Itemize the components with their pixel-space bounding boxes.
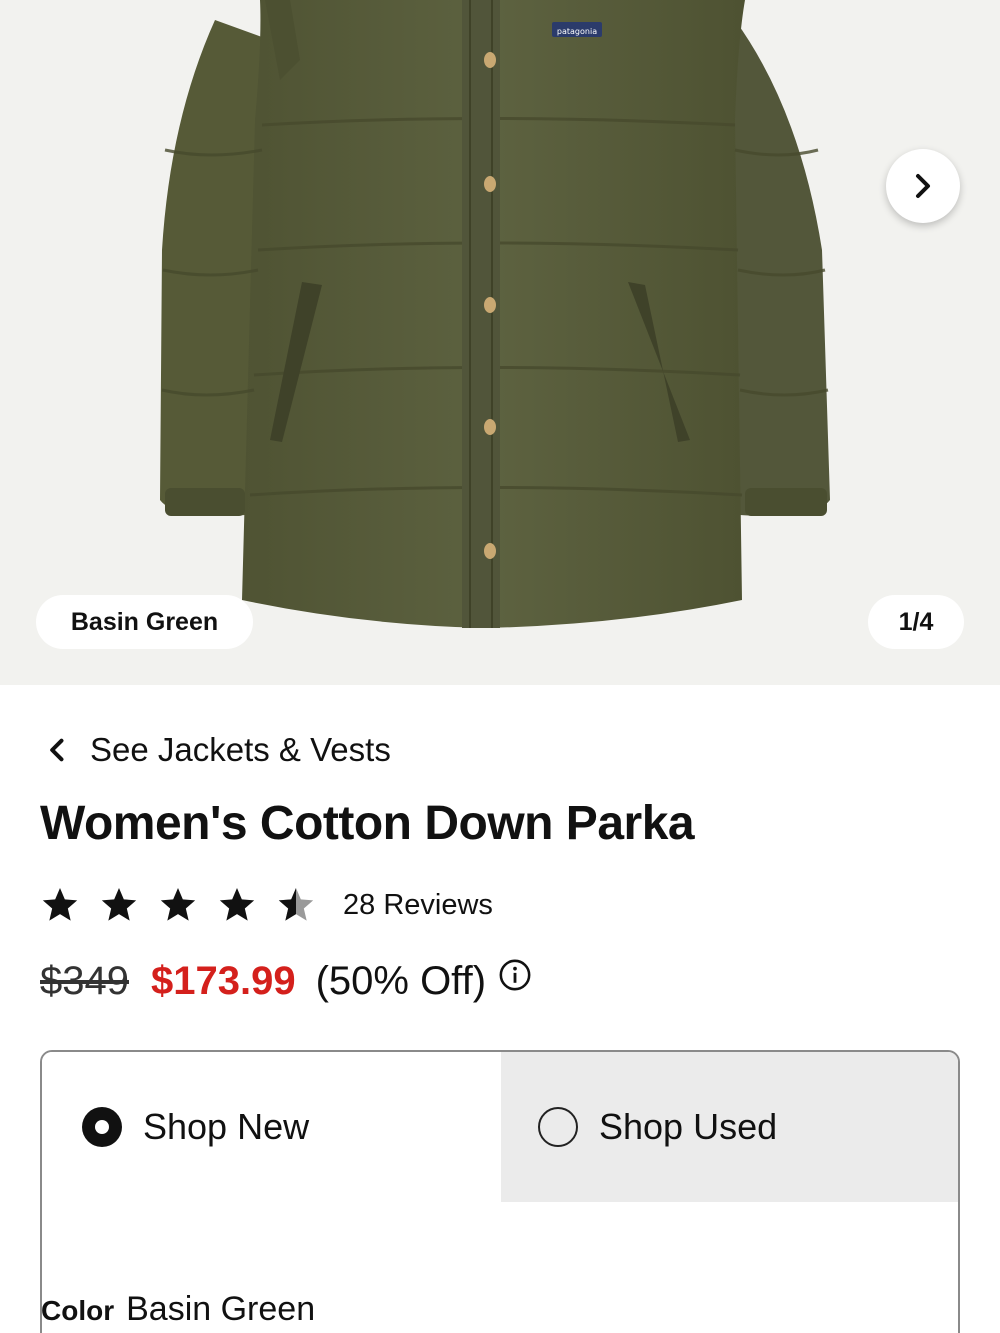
back-to-category-link[interactable]: See Jackets & Vests xyxy=(44,728,391,772)
color-value: Basin Green xyxy=(126,1290,316,1328)
reviews-link[interactable]: 28 Reviews xyxy=(343,889,493,922)
star-rating xyxy=(40,885,316,925)
chevron-left-icon xyxy=(50,738,64,762)
shop-new-option[interactable]: Shop New xyxy=(42,1052,501,1202)
shop-used-label: Shop Used xyxy=(599,1106,778,1147)
shop-new-label: Shop New xyxy=(143,1106,310,1147)
shop-used-radio[interactable] xyxy=(538,1107,578,1147)
product-title: Women's Cotton Down Parka xyxy=(40,797,695,850)
product-rating: 28 Reviews xyxy=(40,880,493,930)
info-icon[interactable] xyxy=(498,958,532,992)
brand-tag: patagonia xyxy=(557,27,597,36)
product-page: patagonia Basin Green 1/4 See Jackets & … xyxy=(0,0,1000,1333)
image-counter: 1/4 xyxy=(868,595,964,649)
star-icon xyxy=(42,888,78,921)
color-key-label: Color xyxy=(41,1295,115,1326)
star-icon xyxy=(101,888,137,921)
color-badge: Basin Green xyxy=(36,595,253,649)
star-icon xyxy=(219,888,255,921)
product-image-gallery[interactable]: patagonia Basin Green 1/4 xyxy=(0,0,1000,685)
star-icon xyxy=(160,888,196,921)
product-image: patagonia xyxy=(160,0,830,628)
color-selector-heading: Color Basin Green xyxy=(41,1290,315,1329)
chevron-right-icon xyxy=(916,174,930,198)
shop-used-option[interactable]: Shop Used xyxy=(501,1052,958,1202)
shop-new-radio[interactable] xyxy=(82,1107,122,1147)
price-row: $349 $173.99 (50% Off) xyxy=(40,952,532,1010)
breadcrumb-label: See Jackets & Vests xyxy=(90,731,391,768)
next-image-button[interactable] xyxy=(886,149,960,223)
original-price: $349 xyxy=(40,958,129,1003)
sale-price: $173.99 xyxy=(150,958,296,1003)
star-icon xyxy=(278,888,314,921)
discount-label: (50% Off) xyxy=(315,958,487,1003)
